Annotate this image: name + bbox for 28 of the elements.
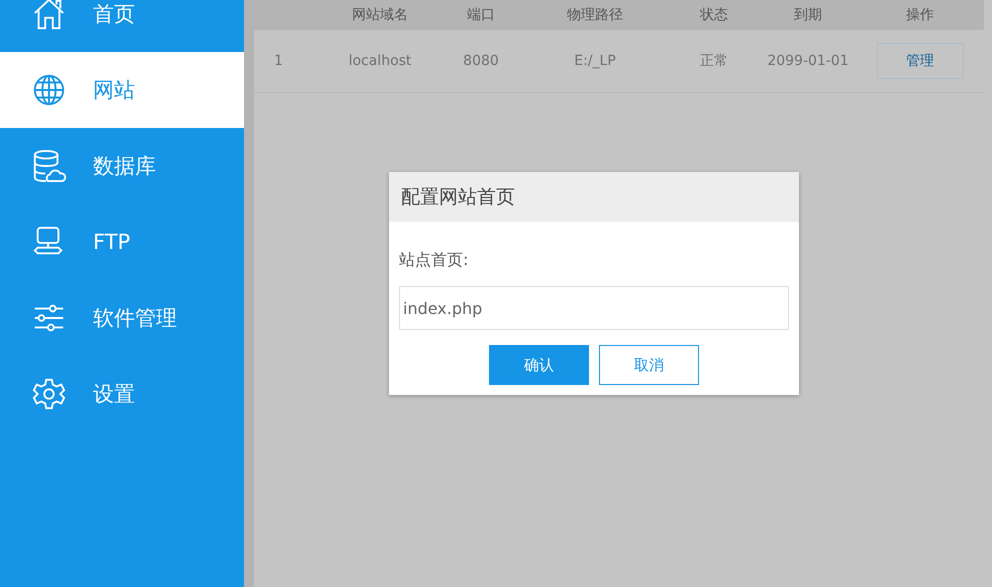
sidebar-item[interactable]: 软件管理 — [0, 280, 244, 356]
home-icon — [32, 0, 66, 31]
sidebar-item[interactable]: 首页 — [0, 0, 244, 52]
table-cell-text: 2099-01-01 — [766, 53, 850, 69]
database-icon — [32, 149, 66, 183]
table-cell-text: 正常 — [699, 52, 729, 70]
column-header: 端口 — [466, 6, 496, 24]
table-cell-text: 1 — [273, 53, 284, 69]
dialog-title: 配置网站首页 — [389, 172, 799, 222]
sidebar-item[interactable]: 数据库 — [0, 128, 244, 204]
confirm-button[interactable]: 确认 — [489, 345, 589, 385]
table-cell-text: localhost — [348, 53, 412, 69]
column-header: 状态 — [699, 6, 729, 24]
column-header: 网站域名 — [351, 6, 409, 24]
input-field[interactable]: index.php — [399, 286, 789, 330]
settings-icon — [32, 377, 66, 411]
manage-button[interactable]: 管理 — [876, 43, 964, 79]
table-cell-text: E:/_LP — [573, 53, 617, 69]
cancel-button[interactable]: 取消 — [599, 345, 699, 385]
table-cell-text: 8080 — [462, 53, 500, 69]
sidebar-item[interactable]: FTP — [0, 204, 244, 280]
column-header: 操作 — [905, 6, 935, 24]
column-header: 到期 — [793, 6, 823, 24]
field-label: 站点首页: — [399, 250, 470, 271]
sidebar-item[interactable]: 设置 — [0, 356, 244, 432]
column-header: 物理路径 — [566, 6, 624, 24]
sidebar-item[interactable]: 网站 — [0, 52, 244, 128]
globe-icon — [32, 73, 66, 107]
